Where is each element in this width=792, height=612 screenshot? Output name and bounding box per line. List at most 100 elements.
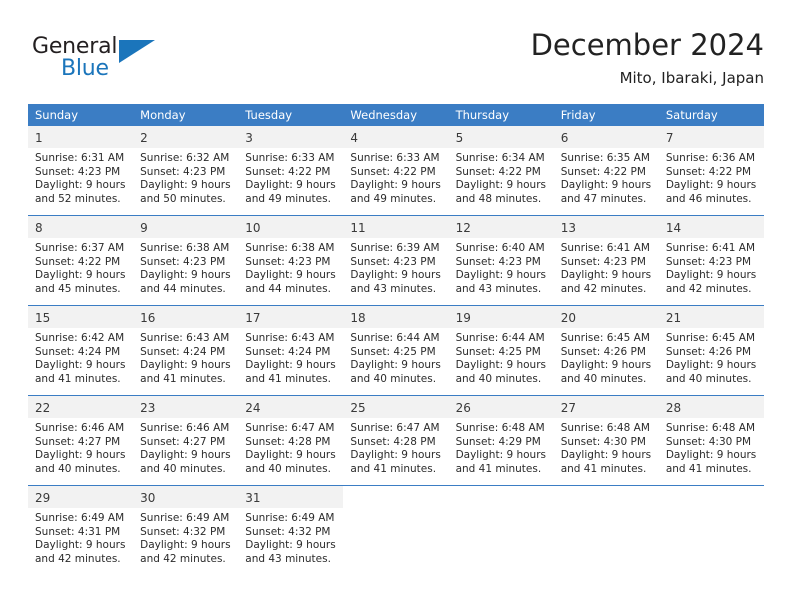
day-cell[interactable]: 3 Sunrise: 6:33 AM Sunset: 4:22 PM Dayli…	[238, 126, 344, 215]
day-cell[interactable]: 2 Sunrise: 6:32 AM Sunset: 4:23 PM Dayli…	[133, 126, 239, 215]
day-details	[554, 508, 659, 512]
day-number: 6	[560, 131, 569, 145]
day-cell-empty	[658, 486, 764, 575]
day-cell[interactable]: 25 Sunrise: 6:47 AM Sunset: 4:28 PM Dayl…	[343, 396, 449, 485]
day-number-bar: 31	[238, 486, 344, 508]
day-number: 22	[35, 401, 51, 415]
sunset-text: Sunset: 4:28 PM	[350, 435, 436, 448]
day-cell[interactable]: 13 Sunrise: 6:41 AM Sunset: 4:23 PM Dayl…	[553, 216, 659, 305]
day-details: Sunrise: 6:49 AM Sunset: 4:32 PM Dayligh…	[238, 508, 343, 566]
week-row: 22 Sunrise: 6:46 AM Sunset: 4:27 PM Dayl…	[28, 395, 764, 485]
sunrise-text: Sunrise: 6:43 AM	[245, 332, 335, 344]
day-cell[interactable]: 15 Sunrise: 6:42 AM Sunset: 4:24 PM Dayl…	[28, 306, 134, 395]
sunset-text: Sunset: 4:23 PM	[140, 165, 226, 178]
day-number: 9	[140, 221, 148, 235]
day-number-bar: 23	[133, 396, 239, 418]
weekday-header-row: Sunday Monday Tuesday Wednesday Thursday…	[28, 104, 764, 126]
day-number-bar: 6	[553, 126, 659, 148]
day-cell[interactable]: 18 Sunrise: 6:44 AM Sunset: 4:25 PM Dayl…	[343, 306, 449, 395]
page-subtitle: Mito, Ibaraki, Japan	[619, 69, 764, 87]
daylight-text-line2: and 40 minutes.	[140, 462, 226, 475]
day-number-bar: 22	[28, 396, 134, 418]
day-number: 20	[560, 311, 576, 325]
daylight-text-line1: Daylight: 9 hours	[455, 449, 546, 462]
sunrise-text: Sunrise: 6:31 AM	[35, 152, 125, 164]
day-cell[interactable]: 30 Sunrise: 6:49 AM Sunset: 4:32 PM Dayl…	[133, 486, 239, 575]
daylight-text-line1: Daylight: 9 hours	[140, 539, 231, 552]
day-cell[interactable]: 16 Sunrise: 6:43 AM Sunset: 4:24 PM Dayl…	[133, 306, 239, 395]
day-cell[interactable]: 20 Sunrise: 6:45 AM Sunset: 4:26 PM Dayl…	[553, 306, 659, 395]
day-cell[interactable]: 14 Sunrise: 6:41 AM Sunset: 4:23 PM Dayl…	[658, 216, 764, 305]
day-number-bar: 10	[238, 216, 344, 238]
day-details: Sunrise: 6:48 AM Sunset: 4:29 PM Dayligh…	[449, 418, 554, 476]
sunrise-text: Sunrise: 6:49 AM	[245, 512, 335, 524]
daylight-text-line1: Daylight: 9 hours	[35, 449, 126, 462]
day-number-bar: 20	[553, 306, 659, 328]
day-details: Sunrise: 6:43 AM Sunset: 4:24 PM Dayligh…	[238, 328, 343, 386]
day-cell[interactable]: 22 Sunrise: 6:46 AM Sunset: 4:27 PM Dayl…	[28, 396, 134, 485]
sunset-text: Sunset: 4:30 PM	[665, 435, 752, 448]
day-cell[interactable]: 6 Sunrise: 6:35 AM Sunset: 4:22 PM Dayli…	[553, 126, 659, 215]
daylight-text-line1: Daylight: 9 hours	[35, 179, 126, 192]
day-number: 13	[560, 221, 576, 235]
daylight-text-line1: Daylight: 9 hours	[35, 539, 126, 552]
sunrise-text: Sunrise: 6:45 AM	[560, 332, 650, 344]
sunrise-text: Sunrise: 6:33 AM	[245, 152, 335, 164]
day-number-bar: 24	[238, 396, 344, 418]
sunrise-text: Sunrise: 6:48 AM	[665, 422, 756, 434]
daylight-text-line2: and 41 minutes.	[350, 462, 437, 475]
daylight-text-line2: and 43 minutes.	[245, 552, 331, 565]
sunrise-text: Sunrise: 6:41 AM	[560, 242, 650, 254]
day-number-bar: 8	[28, 216, 134, 238]
day-cell[interactable]: 19 Sunrise: 6:44 AM Sunset: 4:25 PM Dayl…	[448, 306, 554, 395]
day-number-bar: 27	[553, 396, 659, 418]
day-cell[interactable]: 7 Sunrise: 6:36 AM Sunset: 4:22 PM Dayli…	[658, 126, 764, 215]
day-cell[interactable]: 1 Sunrise: 6:31 AM Sunset: 4:23 PM Dayli…	[28, 126, 134, 215]
day-cell[interactable]: 17 Sunrise: 6:43 AM Sunset: 4:24 PM Dayl…	[238, 306, 344, 395]
day-cell[interactable]: 5 Sunrise: 6:34 AM Sunset: 4:22 PM Dayli…	[448, 126, 554, 215]
daylight-text-line2: and 43 minutes.	[350, 282, 437, 295]
day-cell[interactable]: 9 Sunrise: 6:38 AM Sunset: 4:23 PM Dayli…	[133, 216, 239, 305]
sunrise-text: Sunrise: 6:33 AM	[350, 152, 440, 164]
day-cell[interactable]: 11 Sunrise: 6:39 AM Sunset: 4:23 PM Dayl…	[343, 216, 449, 305]
day-details: Sunrise: 6:36 AM Sunset: 4:22 PM Dayligh…	[659, 148, 764, 206]
day-cell[interactable]: 24 Sunrise: 6:47 AM Sunset: 4:28 PM Dayl…	[238, 396, 344, 485]
day-cell[interactable]: 23 Sunrise: 6:46 AM Sunset: 4:27 PM Dayl…	[133, 396, 239, 485]
sunrise-text: Sunrise: 6:37 AM	[35, 242, 125, 254]
sunrise-text: Sunrise: 6:44 AM	[350, 332, 440, 344]
day-number: 7	[665, 131, 674, 145]
sunset-text: Sunset: 4:32 PM	[140, 525, 226, 538]
sunset-text: Sunset: 4:24 PM	[140, 345, 226, 358]
day-cell[interactable]: 31 Sunrise: 6:49 AM Sunset: 4:32 PM Dayl…	[238, 486, 344, 575]
day-number-bar: 18	[343, 306, 449, 328]
day-number-bar: 25	[343, 396, 449, 418]
day-cell[interactable]: 4 Sunrise: 6:33 AM Sunset: 4:22 PM Dayli…	[343, 126, 449, 215]
daylight-text-line2: and 50 minutes.	[140, 192, 226, 205]
sunset-text: Sunset: 4:25 PM	[455, 345, 541, 358]
day-cell[interactable]: 27 Sunrise: 6:48 AM Sunset: 4:30 PM Dayl…	[553, 396, 659, 485]
day-number-bar: 15	[28, 306, 134, 328]
day-cell[interactable]: 21 Sunrise: 6:45 AM Sunset: 4:26 PM Dayl…	[658, 306, 764, 395]
daylight-text-line2: and 40 minutes.	[350, 372, 437, 385]
sunset-text: Sunset: 4:23 PM	[245, 255, 331, 268]
day-cell[interactable]: 26 Sunrise: 6:48 AM Sunset: 4:29 PM Dayl…	[448, 396, 554, 485]
sunset-text: Sunset: 4:28 PM	[245, 435, 331, 448]
day-cell[interactable]: 10 Sunrise: 6:38 AM Sunset: 4:23 PM Dayl…	[238, 216, 344, 305]
day-cell[interactable]: 8 Sunrise: 6:37 AM Sunset: 4:22 PM Dayli…	[28, 216, 134, 305]
daylight-text-line1: Daylight: 9 hours	[140, 179, 231, 192]
daylight-text-line2: and 40 minutes.	[665, 372, 752, 385]
day-cell[interactable]: 28 Sunrise: 6:48 AM Sunset: 4:30 PM Dayl…	[658, 396, 764, 485]
weekday-header-saturday: Saturday	[665, 108, 718, 122]
sunrise-text: Sunrise: 6:38 AM	[140, 242, 230, 254]
weekday-header-sunday: Sunday	[35, 108, 79, 122]
brand-logo[interactable]: General Blue	[28, 30, 258, 90]
day-number-bar: 30	[133, 486, 239, 508]
sunrise-text: Sunrise: 6:42 AM	[35, 332, 125, 344]
day-cell[interactable]: 12 Sunrise: 6:40 AM Sunset: 4:23 PM Dayl…	[448, 216, 554, 305]
day-details: Sunrise: 6:31 AM Sunset: 4:23 PM Dayligh…	[28, 148, 133, 206]
day-cell[interactable]: 29 Sunrise: 6:49 AM Sunset: 4:31 PM Dayl…	[28, 486, 134, 575]
day-number: 19	[455, 311, 471, 325]
sunrise-text: Sunrise: 6:34 AM	[455, 152, 545, 164]
day-number-bar: 9	[133, 216, 239, 238]
daylight-text-line1: Daylight: 9 hours	[350, 359, 441, 372]
